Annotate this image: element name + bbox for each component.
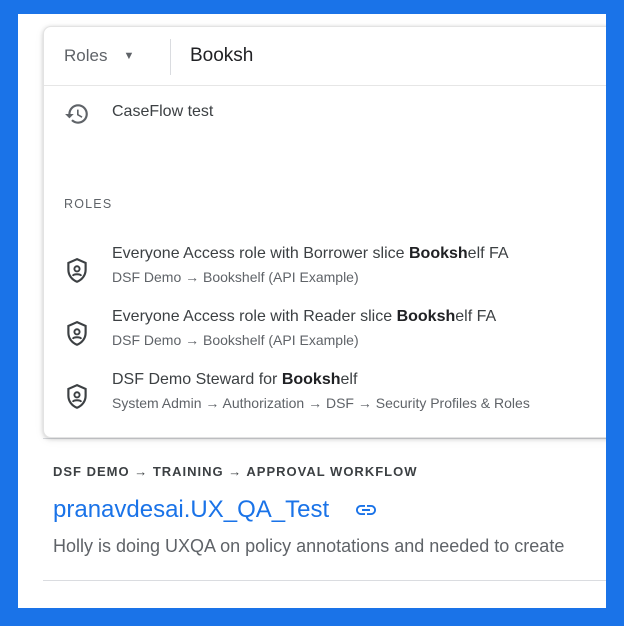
role-result-item[interactable]: DSF Demo Steward for Bookshelf System Ad… [44,371,606,427]
recent-search-label: CaseFlow test [112,103,214,120]
role-path: System Admin → Authorization → DSF → Sec… [112,395,530,411]
role-path: DSF Demo → Bookshelf (API Example) [112,269,359,285]
result-divider-bottom [43,580,606,581]
role-title: DSF Demo Steward for Bookshelf [112,371,358,388]
history-icon [64,101,90,127]
shield-person-icon [64,383,90,411]
role-title: Everyone Access role with Borrower slice… [112,245,509,262]
result-title-link[interactable]: pranavdesai.UX_QA_Test [53,496,329,524]
roles-section-heading: ROLES [64,197,113,211]
result-description: Holly is doing UXQA on policy annotation… [53,536,565,556]
role-title: Everyone Access role with Reader slice B… [112,308,497,325]
search-input[interactable] [190,41,606,71]
scope-label: Roles [64,46,108,65]
recent-search-item[interactable]: CaseFlow test [44,87,606,137]
shield-person-icon [64,320,90,348]
search-popup: Roles ▼ CaseFlow test ROLES Everyone Acc… [43,26,606,438]
link-icon[interactable] [352,498,380,522]
role-result-item[interactable]: Everyone Access role with Borrower slice… [44,245,606,301]
result-divider-top [43,438,606,439]
scope-dropdown[interactable]: Roles ▼ [64,27,134,85]
role-result-item[interactable]: Everyone Access role with Reader slice B… [44,308,606,364]
search-bar: Roles ▼ [44,27,606,86]
app-frame: DSF DEMO → TRAINING → APPROVAL WORKFLOW … [18,14,606,608]
search-divider [170,39,171,75]
role-path: DSF Demo → Bookshelf (API Example) [112,332,359,348]
result-breadcrumb: DSF DEMO → TRAINING → APPROVAL WORKFLOW [53,464,418,479]
shield-person-icon [64,257,90,285]
caret-down-icon: ▼ [123,50,135,62]
